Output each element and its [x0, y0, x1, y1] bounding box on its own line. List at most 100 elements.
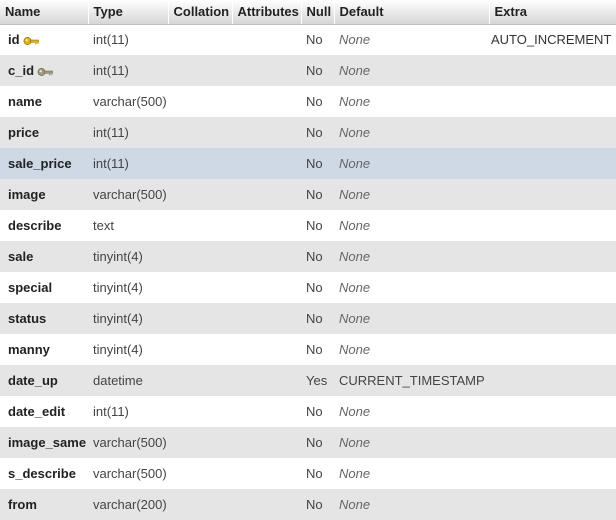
column-default: None [339, 435, 371, 450]
column-extra [489, 86, 616, 117]
column-null: No [306, 249, 323, 264]
column-extra [489, 303, 616, 334]
table-row[interactable]: describe text No None [0, 210, 616, 241]
column-type: tinyint(4) [93, 280, 143, 295]
column-name[interactable]: image [0, 179, 88, 210]
column-null: No [306, 342, 323, 357]
column-attributes [232, 55, 301, 86]
column-name[interactable]: s_describe [0, 458, 88, 489]
column-collation [168, 55, 232, 86]
column-type: text [93, 218, 114, 233]
header-attributes[interactable]: Attributes [232, 0, 302, 25]
table-row[interactable]: date_edit int(11) No None [0, 396, 616, 427]
column-extra: AUTO_INCREMENT [491, 32, 612, 48]
column-name[interactable]: c_id [0, 55, 88, 86]
column-name[interactable]: date_up [0, 365, 88, 396]
column-type: int(11) [93, 404, 129, 419]
column-type: datetime [93, 373, 143, 388]
header-row: Name Type Collation Attributes Null Defa… [0, 0, 616, 25]
column-name[interactable]: price [0, 117, 88, 148]
column-type: varchar(500) [93, 466, 167, 481]
column-default: CURRENT_TIMESTAMP [339, 373, 485, 388]
column-name[interactable]: date_edit [0, 396, 88, 427]
column-type: varchar(500) [93, 187, 167, 202]
column-null: No [306, 497, 323, 512]
table-row[interactable]: sale tinyint(4) No None [0, 241, 616, 272]
column-type: varchar(200) [93, 497, 167, 512]
table-row[interactable]: c_id int(11) No None [0, 55, 616, 86]
column-attributes [232, 272, 301, 303]
column-attributes [232, 148, 301, 179]
column-name[interactable]: sale_price [0, 148, 88, 179]
column-null: No [306, 125, 323, 140]
column-collation [168, 396, 232, 427]
table-row[interactable]: s_describe varchar(500) No None [0, 458, 616, 489]
column-attributes [232, 241, 301, 272]
primary-key-icon [23, 35, 39, 47]
column-null: No [306, 311, 323, 326]
table-row[interactable]: date_up datetime Yes CURRENT_TIMESTAMP [0, 365, 616, 396]
column-name-text: date_up [8, 373, 58, 388]
column-collation [168, 272, 232, 303]
column-default: None [339, 311, 371, 326]
column-attributes [232, 396, 301, 427]
table-row[interactable]: manny tinyint(4) No None [0, 334, 616, 365]
column-name[interactable]: status [0, 303, 88, 334]
table-row[interactable]: sale_price int(11) No None [0, 148, 616, 179]
table-row[interactable]: id int(11) No None AUTO_INCREMENT [0, 24, 616, 55]
column-name-text: image_same [8, 435, 87, 450]
column-null: Yes [306, 373, 328, 388]
column-name[interactable]: from [0, 489, 88, 520]
column-attributes [232, 489, 301, 520]
column-name[interactable]: manny [0, 334, 88, 365]
column-default: None [339, 125, 371, 140]
column-default: None [339, 280, 371, 295]
column-name[interactable]: id [0, 24, 88, 55]
column-null: No [306, 435, 323, 450]
table-row[interactable]: special tinyint(4) No None [0, 272, 616, 303]
header-type[interactable]: Type [88, 0, 169, 25]
table-row[interactable]: price int(11) No None [0, 117, 616, 148]
header-null[interactable]: Null [301, 0, 335, 25]
column-default: None [339, 94, 371, 109]
column-default: None [339, 342, 371, 357]
header-default[interactable]: Default [334, 0, 490, 25]
column-type: varchar(500) [93, 94, 167, 109]
column-attributes [232, 117, 301, 148]
table-row[interactable]: name varchar(500) No None [0, 86, 616, 117]
column-default: None [339, 32, 371, 48]
column-name-text: sale_price [8, 156, 72, 171]
column-attributes [232, 210, 301, 241]
column-type: int(11) [93, 32, 129, 48]
table-row[interactable]: from varchar(200) No None [0, 489, 616, 520]
column-extra [489, 148, 616, 179]
column-collation [168, 210, 232, 241]
header-collation[interactable]: Collation [168, 0, 233, 25]
table-row[interactable]: image varchar(500) No None [0, 179, 616, 210]
column-extra [489, 427, 616, 458]
column-type: int(11) [93, 125, 129, 140]
column-extra [489, 458, 616, 489]
column-name[interactable]: name [0, 86, 88, 117]
column-name-text: s_describe [8, 466, 76, 481]
column-null: No [306, 94, 323, 109]
column-null: No [306, 156, 323, 171]
table-row[interactable]: status tinyint(4) No None [0, 303, 616, 334]
column-extra [489, 489, 616, 520]
table-row[interactable]: image_same varchar(500) No None [0, 427, 616, 458]
column-name[interactable]: image_same [0, 427, 88, 458]
column-extra [489, 334, 616, 365]
column-type: tinyint(4) [93, 311, 143, 326]
structure-table: Name Type Collation Attributes Null Defa… [0, 0, 616, 520]
column-null: No [306, 32, 323, 48]
column-attributes [232, 427, 301, 458]
column-name[interactable]: sale [0, 241, 88, 272]
column-attributes [232, 86, 301, 117]
header-name[interactable]: Name [0, 0, 89, 25]
column-name-text: c_id [8, 63, 35, 78]
column-name-text: sale [8, 249, 34, 264]
header-extra[interactable]: Extra [489, 0, 616, 25]
column-name[interactable]: describe [0, 210, 88, 241]
column-name[interactable]: special [0, 272, 88, 303]
column-collation [168, 458, 232, 489]
